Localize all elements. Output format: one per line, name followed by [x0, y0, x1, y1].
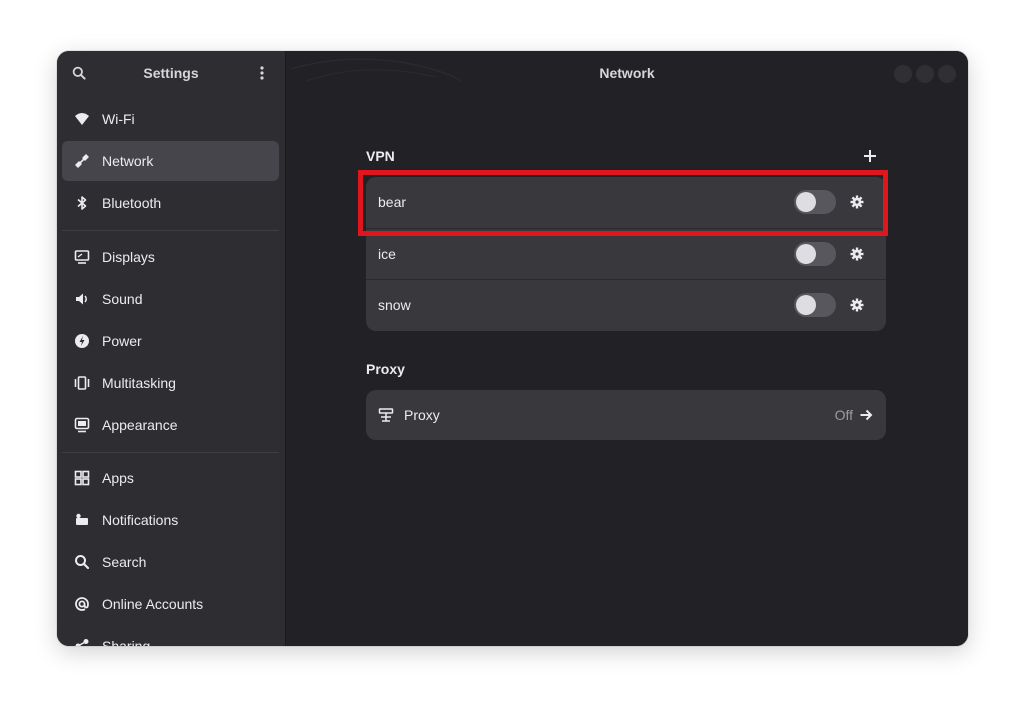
- sidebar-item-sound[interactable]: Sound: [62, 279, 279, 319]
- sidebar-item-label: Power: [102, 333, 142, 349]
- sidebar-item-network[interactable]: Network: [62, 141, 279, 181]
- sidebar-item-label: Notifications: [102, 512, 179, 528]
- vpn-row-ice[interactable]: ice: [366, 229, 886, 279]
- proxy-row-label: Proxy: [404, 407, 440, 423]
- share-icon: [74, 638, 90, 646]
- multitasking-icon: [74, 375, 90, 391]
- at-sign-icon: [74, 596, 90, 612]
- sidebar-header: Settings: [57, 51, 285, 95]
- sidebar-item-label: Sound: [102, 291, 143, 307]
- close-button[interactable]: [938, 65, 956, 83]
- proxy-icon: [378, 407, 394, 423]
- display-icon: [74, 249, 90, 265]
- minimize-button[interactable]: [894, 65, 912, 83]
- vpn-name: bear: [378, 194, 407, 210]
- vpn-toggle[interactable]: [794, 190, 836, 214]
- search-icon: [74, 554, 90, 570]
- settings-window: Settings Wi-Fi Network Bluetooth Display…: [57, 51, 968, 646]
- power-icon: [74, 333, 90, 349]
- sidebar-item-label: Appearance: [102, 417, 178, 433]
- sidebar-item-label: Search: [102, 554, 147, 570]
- appearance-icon: [74, 417, 90, 433]
- window-controls: [894, 65, 956, 83]
- sidebar-item-notifications[interactable]: Notifications: [62, 500, 279, 540]
- sidebar-item-power[interactable]: Power: [62, 321, 279, 361]
- sidebar-item-label: Online Accounts: [102, 596, 204, 612]
- sidebar-divider: [62, 230, 279, 231]
- sidebar-item-label: Multitasking: [102, 375, 176, 391]
- proxy-row[interactable]: Proxy Off: [366, 390, 886, 440]
- sidebar-item-multitasking[interactable]: Multitasking: [62, 363, 279, 403]
- network-icon: [74, 153, 90, 169]
- arrow-right-icon: [858, 407, 874, 423]
- proxy-heading: Proxy: [366, 361, 405, 377]
- sidebar-item-label: Bluetooth: [102, 195, 162, 211]
- gear-icon[interactable]: [849, 246, 865, 262]
- vpn-name: snow: [378, 297, 411, 313]
- sidebar-item-appearance[interactable]: Appearance: [62, 405, 279, 445]
- vpn-toggle[interactable]: [794, 242, 836, 266]
- vpn-toggle[interactable]: [794, 293, 836, 317]
- sidebar-item-wifi[interactable]: Wi-Fi: [62, 99, 279, 139]
- apps-grid-icon: [74, 470, 90, 486]
- sidebar-item-label: Sharing: [102, 638, 151, 646]
- sidebar-item-apps[interactable]: Apps: [62, 458, 279, 498]
- wifi-icon: [74, 111, 90, 127]
- sidebar-item-label: Displays: [102, 249, 155, 265]
- vpn-row-snow[interactable]: snow: [366, 280, 886, 330]
- sidebar: Settings Wi-Fi Network Bluetooth Display…: [57, 51, 286, 646]
- proxy-card: Proxy Off: [366, 390, 886, 440]
- vpn-list: bear ice snow: [366, 177, 886, 331]
- gear-icon[interactable]: [849, 194, 865, 210]
- sidebar-item-bluetooth[interactable]: Bluetooth: [62, 183, 279, 223]
- sidebar-item-displays[interactable]: Displays: [62, 237, 279, 277]
- sidebar-divider: [62, 452, 279, 453]
- vpn-heading: VPN: [366, 148, 395, 164]
- plus-icon[interactable]: [861, 147, 879, 165]
- bluetooth-icon: [74, 195, 90, 211]
- proxy-status: Off: [834, 407, 853, 423]
- sidebar-item-label: Network: [102, 153, 154, 169]
- kebab-menu-icon[interactable]: [255, 63, 269, 83]
- sidebar-item-search[interactable]: Search: [62, 542, 279, 582]
- sidebar-item-sharing[interactable]: Sharing: [62, 626, 279, 646]
- speaker-icon: [74, 291, 90, 307]
- gear-icon[interactable]: [849, 297, 865, 313]
- vpn-name: ice: [378, 246, 396, 262]
- sidebar-item-label: Wi-Fi: [102, 111, 135, 127]
- sidebar-item-online-accounts[interactable]: Online Accounts: [62, 584, 279, 624]
- vpn-row-bear[interactable]: bear: [366, 177, 886, 227]
- page-title: Network: [599, 65, 655, 81]
- sidebar-item-label: Apps: [102, 470, 134, 486]
- maximize-button[interactable]: [916, 65, 934, 83]
- bell-icon: [74, 512, 90, 528]
- sidebar-title: Settings: [143, 65, 199, 81]
- main-content: Network VPN bear ice snow Proxy Proxy Of…: [286, 51, 968, 646]
